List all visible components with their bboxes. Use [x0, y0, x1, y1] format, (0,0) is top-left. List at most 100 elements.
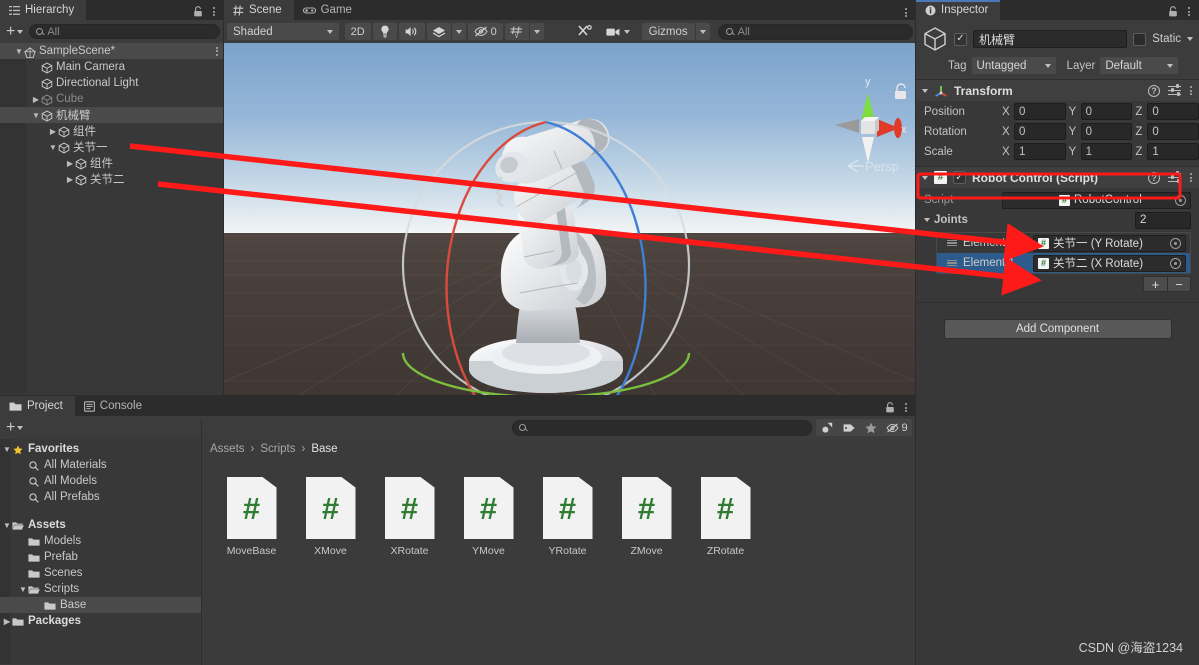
chevron-down-icon[interactable]: [528, 23, 544, 40]
foldout-arrow-icon[interactable]: ▼: [14, 47, 24, 56]
project-tree-item-2[interactable]: All Models: [0, 473, 202, 489]
grid-visibility-icon[interactable]: y: [504, 23, 529, 40]
rotation-z-field[interactable]: 0: [1147, 123, 1199, 140]
scene-projection-label[interactable]: Persp: [834, 155, 916, 177]
asset-item-6[interactable]: # ZRotate: [698, 477, 753, 557]
transform-menu-icon[interactable]: [1189, 86, 1193, 95]
foldout-arrow-icon[interactable]: ▼: [2, 445, 12, 454]
shading-mode-dropdown[interactable]: Shaded: [227, 23, 339, 40]
asset-item-4[interactable]: # YRotate: [540, 477, 595, 557]
project-menu-icon[interactable]: [904, 403, 908, 412]
inspector-menu-icon[interactable]: [1187, 7, 1191, 16]
joint-element-row-0[interactable]: Element 0 # 关节一 (Y Rotate): [937, 233, 1190, 253]
asset-item-0[interactable]: # MoveBase: [224, 477, 279, 557]
lock-icon[interactable]: [193, 6, 203, 17]
project-tree-item-5[interactable]: ▼ Assets: [0, 517, 202, 533]
chevron-down-icon[interactable]: [1187, 37, 1193, 41]
hierarchy-item-3[interactable]: ▶ Cube: [0, 91, 224, 107]
label-filter-icon[interactable]: [838, 419, 860, 436]
asset-item-1[interactable]: # XMove: [303, 477, 358, 557]
scene-camera-dropdown[interactable]: [600, 23, 636, 40]
hierarchy-item-1[interactable]: Main Camera: [0, 59, 224, 75]
project-search-input[interactable]: [512, 419, 812, 436]
asset-item-3[interactable]: # YMove: [461, 477, 516, 557]
scene-search-input[interactable]: All: [717, 23, 913, 40]
tag-dropdown[interactable]: Untagged: [971, 57, 1056, 74]
chevron-down-icon[interactable]: [450, 23, 466, 40]
position-y-field[interactable]: 0: [1080, 103, 1133, 120]
object-enabled-checkbox[interactable]: ✓: [954, 32, 967, 46]
scale-y-field[interactable]: 1: [1080, 143, 1133, 160]
divider-hierarchy-scene[interactable]: [223, 0, 224, 396]
hierarchy-item-7[interactable]: ▶ 组件: [0, 155, 224, 171]
hierarchy-item-2[interactable]: Directional Light: [0, 75, 224, 91]
hierarchy-search-input[interactable]: All: [29, 24, 220, 39]
hidden-assets-toggle[interactable]: 9: [882, 419, 912, 436]
help-icon[interactable]: ?: [1148, 171, 1160, 184]
object-filter-icon[interactable]: [816, 419, 838, 436]
foldout-arrow-icon[interactable]: ▼: [31, 111, 41, 120]
add-element-button[interactable]: +: [1143, 276, 1167, 292]
static-checkbox[interactable]: [1133, 32, 1147, 46]
transform-component-header[interactable]: Transform ?: [916, 79, 1199, 101]
scene-grid-dropdown[interactable]: y: [504, 23, 544, 40]
hierarchy-item-6[interactable]: ▼ 关节一: [0, 139, 224, 155]
chevron-down-icon[interactable]: [694, 23, 710, 40]
foldout-arrow-icon[interactable]: ▶: [2, 617, 12, 626]
hierarchy-menu-icon[interactable]: [212, 7, 216, 16]
joints-count-field[interactable]: 2: [1135, 211, 1191, 229]
layer-dropdown[interactable]: Default: [1100, 57, 1179, 74]
lock-icon[interactable]: [885, 402, 895, 413]
position-x-field[interactable]: 0: [1014, 103, 1066, 120]
hierarchy-item-5[interactable]: ▶ 组件: [0, 123, 224, 139]
foldout-arrow-icon[interactable]: ▶: [65, 175, 75, 184]
foldout-arrow-icon[interactable]: ▼: [48, 143, 58, 152]
scene-context-menu-icon[interactable]: [216, 46, 218, 56]
project-tree-item-9[interactable]: ▼ Scripts: [0, 581, 202, 597]
divider-scene-project[interactable]: [0, 395, 916, 396]
tab-project[interactable]: Project: [0, 396, 75, 416]
hierarchy-item-4[interactable]: ▼ 机械臂: [0, 107, 224, 123]
drag-handle-icon[interactable]: [947, 239, 957, 247]
foldout-arrow-icon[interactable]: [924, 218, 930, 222]
scene-menu-icon[interactable]: [904, 8, 908, 17]
tab-inspector[interactable]: Inspector: [916, 0, 1001, 20]
project-tree-item-11[interactable]: ▶ Packages: [0, 613, 202, 629]
scene-viewport[interactable]: y x Persp: [224, 43, 916, 416]
breadcrumb-item-2[interactable]: Base: [311, 443, 337, 455]
component-enabled-checkbox[interactable]: ✓: [953, 171, 966, 184]
lock-icon[interactable]: [1168, 6, 1178, 17]
asset-item-5[interactable]: # ZMove: [619, 477, 674, 557]
divider-project-tree[interactable]: [201, 419, 202, 665]
object-picker-icon[interactable]: [1170, 237, 1181, 249]
foldout-arrow-icon[interactable]: ▶: [31, 95, 41, 104]
joint-element-field[interactable]: # 关节一 (Y Rotate): [1033, 234, 1186, 252]
tab-console[interactable]: Console: [74, 396, 154, 416]
robot-control-component-header[interactable]: # ✓ Robot Control (Script) ?: [916, 166, 1199, 188]
scene-fx-dropdown[interactable]: [426, 23, 466, 40]
foldout-arrow-icon[interactable]: ▶: [65, 159, 75, 168]
hierarchy-add-button[interactable]: +: [4, 23, 25, 39]
tab-game[interactable]: Game: [293, 0, 364, 20]
scale-z-field[interactable]: 1: [1147, 143, 1199, 160]
project-tree-item-6[interactable]: Models: [0, 533, 202, 549]
project-tree-item-1[interactable]: All Materials: [0, 457, 202, 473]
project-tree-item-3[interactable]: All Prefabs: [0, 489, 202, 505]
preset-icon[interactable]: [1168, 84, 1181, 96]
scale-x-field[interactable]: 1: [1014, 143, 1066, 160]
robot-control-menu-icon[interactable]: [1189, 173, 1193, 182]
project-tree-item-10[interactable]: Base: [0, 597, 202, 613]
gizmos-label[interactable]: Gizmos: [641, 23, 695, 40]
remove-element-button[interactable]: −: [1167, 276, 1191, 292]
joint-element-field[interactable]: # 关节二 (X Rotate): [1033, 254, 1186, 272]
tab-scene[interactable]: Scene: [224, 0, 294, 20]
foldout-arrow-icon[interactable]: ▼: [18, 585, 28, 594]
scene-lighting-toggle[interactable]: [372, 23, 397, 40]
object-picker-icon[interactable]: [1175, 194, 1186, 206]
drag-handle-icon[interactable]: [947, 259, 957, 267]
scene-tools-button[interactable]: [572, 23, 598, 40]
project-tree-item-7[interactable]: Prefab: [0, 549, 202, 565]
script-reference-field[interactable]: # RobotControl: [1002, 191, 1191, 209]
foldout-arrow-icon[interactable]: [922, 175, 928, 180]
favorite-star-icon[interactable]: [860, 419, 882, 436]
